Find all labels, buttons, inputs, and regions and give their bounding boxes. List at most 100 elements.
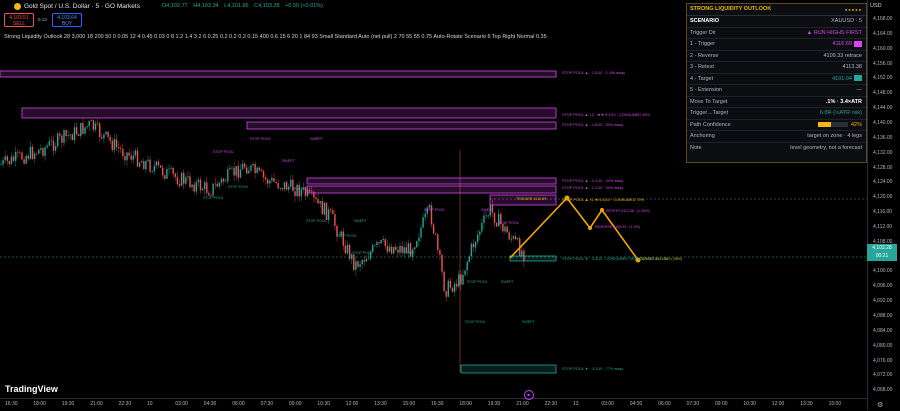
candle-body (61, 135, 63, 143)
stop-pool-zone (0, 70, 557, 78)
candle-body (187, 176, 189, 178)
candle-body (481, 222, 483, 232)
candle-body (36, 153, 38, 155)
candle-body (122, 149, 124, 156)
candle-body (82, 122, 84, 134)
panel-title: STRONG LIQUIDITY OUTLOOK ●●●●● (687, 4, 866, 16)
candle-body (367, 258, 370, 260)
candle-body (317, 199, 319, 204)
tradingview-logo[interactable]: TradingView (5, 384, 58, 394)
candle-body (283, 182, 286, 190)
time-tick: 07:30 (686, 401, 700, 407)
candle-body (386, 246, 389, 252)
candle-body (414, 247, 416, 250)
candle-body (201, 188, 204, 191)
zone-label: STOP POOL ▲ ×1 ★ 4.5/10 · CONSUMED 70% (562, 198, 645, 202)
candle-body (170, 167, 172, 169)
price-tick: 4,116.00 (873, 209, 893, 216)
candle-body (174, 173, 176, 177)
target-swatch (854, 75, 862, 82)
candle-body (393, 247, 395, 254)
candle-body (67, 135, 69, 137)
candle-body (88, 121, 90, 127)
candle-body (136, 150, 139, 167)
candle-body (252, 163, 254, 166)
candle-body (514, 236, 517, 240)
candle-body (449, 280, 452, 288)
confidence-bar (817, 121, 848, 127)
candle-body (0, 164, 2, 166)
time-tick: 12:00 (345, 401, 359, 407)
candle-body (395, 247, 397, 250)
price-tick: 4,148.00 (873, 90, 893, 97)
candle-body (126, 152, 128, 161)
candle-body (168, 168, 170, 170)
candle-body (462, 274, 464, 285)
price-tick: 4,096.00 (873, 283, 893, 290)
candle-body (204, 182, 206, 189)
trigger-marker: TRIGGER 4116.69 (516, 197, 547, 201)
candles-layer (0, 117, 525, 302)
candle-body (374, 245, 376, 246)
time-tick: 12:00 (771, 401, 785, 407)
stop-pool-marker: STOP POOL (352, 251, 373, 255)
candle-body (382, 239, 384, 241)
candle-body (474, 241, 477, 248)
candle-body (59, 133, 61, 136)
time-tick: 21:00 (516, 401, 529, 407)
panel-row-retest: 3 - Retest 4113.38 (687, 62, 866, 74)
candle-body (8, 160, 11, 164)
candle-body (96, 123, 99, 124)
candle-body (145, 161, 147, 170)
candle-body (464, 270, 466, 275)
candle-body (399, 246, 401, 253)
candle-body (458, 274, 460, 287)
candle-body (502, 223, 504, 232)
candle-body (191, 184, 193, 188)
candle-body (353, 254, 355, 270)
price-tick: 4,072.00 (873, 372, 893, 379)
stop-pool-marker: STOP POOL (498, 221, 519, 225)
candle-body (42, 148, 44, 156)
candle-body (183, 172, 185, 184)
candle-body (27, 155, 29, 159)
zones-layer (0, 70, 557, 374)
candle-body (443, 271, 445, 292)
candle-body (134, 150, 137, 156)
candle-body (288, 186, 290, 190)
replay-icon[interactable]: ▶ (524, 390, 534, 400)
candle-body (466, 262, 468, 271)
price-tick: 4,132.00 (873, 149, 893, 156)
candle-body (281, 188, 284, 190)
candle-body (15, 151, 17, 161)
time-tick: 10:30 (317, 401, 330, 407)
candle-body (233, 167, 235, 176)
swept-marker: SWEPT (403, 251, 416, 255)
candle-body (279, 188, 281, 189)
candle-body (12, 156, 15, 161)
candle-body (508, 232, 510, 240)
time-tick: 19:30 (61, 401, 75, 407)
candle-body (103, 134, 105, 139)
time-tick: 03:00 (601, 401, 614, 407)
zone-label: STOP POOL ▲ · 1.2/10 · 1.15k away (562, 71, 625, 75)
price-tick: 4,084.00 (873, 327, 893, 334)
candle-body (470, 243, 473, 257)
candle-body (117, 147, 120, 149)
strong-liquidity-panel: STRONG LIQUIDITY OUTLOOK ●●●●● SCENARIO XA… (686, 3, 867, 163)
candle-body (107, 131, 109, 137)
gear-icon[interactable]: ⚙ (877, 401, 883, 409)
time-tick: 10 (147, 401, 153, 407)
time-tick: 04:30 (203, 401, 217, 407)
zone-label: STOP POOL ▼ · 3.1/10 · 77% away (562, 367, 624, 371)
candle-body (38, 149, 40, 154)
panel-menu-icon[interactable]: ●●●●● (845, 4, 862, 15)
candle-body (2, 159, 4, 165)
candle-body (225, 181, 227, 182)
currency-label[interactable]: USD (870, 3, 882, 9)
panel-row-target: 4 - Target 4101.04 (687, 74, 866, 85)
projection-node (600, 208, 604, 212)
time-tick: 07:30 (260, 401, 274, 407)
candle-body (246, 167, 248, 174)
candle-body (510, 238, 512, 240)
